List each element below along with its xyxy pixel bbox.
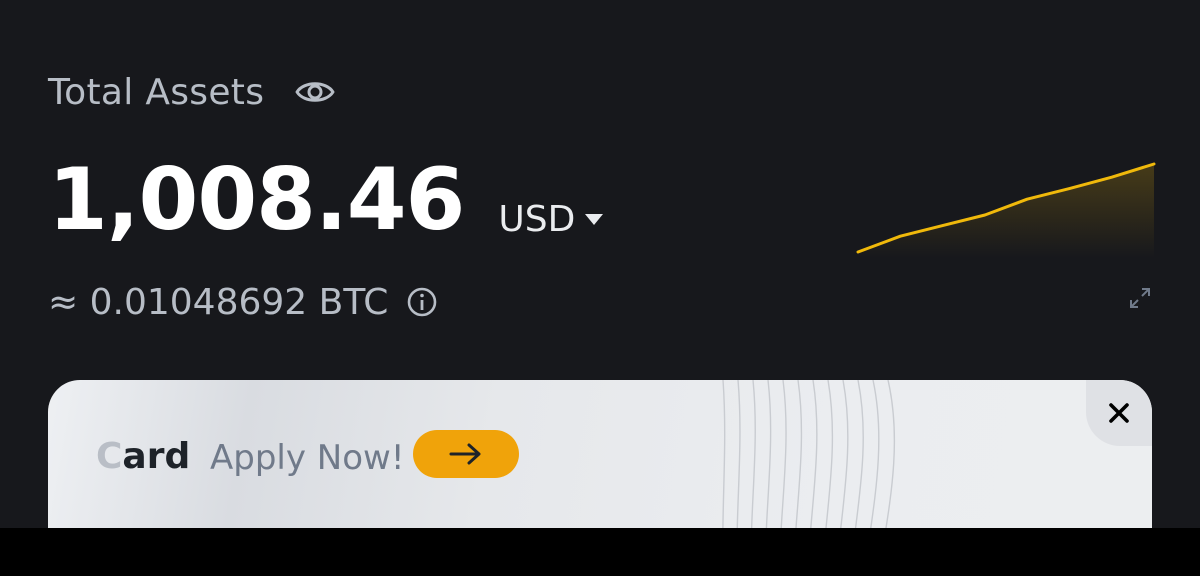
promo-title: Card bbox=[96, 436, 190, 477]
caret-down-icon bbox=[585, 214, 604, 225]
promo-cta-text: Apply Now! bbox=[210, 438, 405, 478]
balance-row: 1,008.46 USD bbox=[48, 150, 604, 250]
promo-title-rest: ard bbox=[122, 436, 191, 477]
total-assets-header: Total Assets bbox=[48, 68, 336, 116]
system-bottom-bar bbox=[0, 528, 1200, 576]
decorative-lines bbox=[722, 380, 896, 528]
eye-icon[interactable] bbox=[294, 77, 336, 107]
promo-title-prefix: C bbox=[96, 436, 123, 477]
total-balance-value: 1,008.46 bbox=[48, 150, 465, 250]
apply-now-button[interactable] bbox=[413, 430, 519, 478]
wallet-overview-screen: Total Assets 1,008.46 USD ≈ 0.01048692 B… bbox=[0, 0, 1200, 528]
btc-equivalent-row: ≈ 0.01048692 BTC bbox=[48, 278, 438, 326]
balance-sparkline-chart[interactable] bbox=[856, 158, 1156, 258]
currency-selector[interactable]: USD bbox=[498, 199, 604, 240]
close-icon bbox=[1109, 403, 1129, 423]
total-assets-label: Total Assets bbox=[48, 71, 265, 113]
btc-equivalent-value: ≈ 0.01048692 BTC bbox=[48, 281, 389, 323]
currency-label: USD bbox=[498, 199, 576, 240]
expand-icon[interactable] bbox=[1128, 286, 1152, 310]
info-icon[interactable] bbox=[406, 286, 438, 318]
arrow-right-icon bbox=[449, 443, 481, 465]
card-promo-banner[interactable]: Card Apply Now! bbox=[48, 380, 1152, 528]
close-promo-button[interactable] bbox=[1086, 380, 1152, 446]
